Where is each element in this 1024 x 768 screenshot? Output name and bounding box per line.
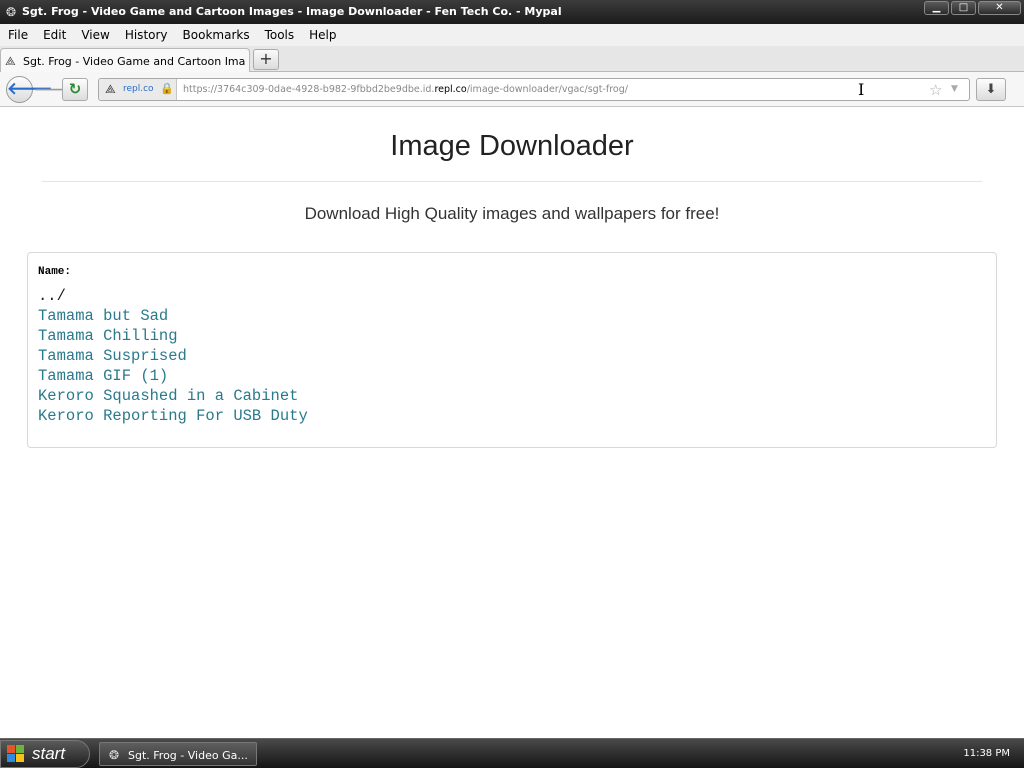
start-button[interactable]: start bbox=[0, 740, 90, 768]
menu-edit[interactable]: Edit bbox=[37, 28, 72, 42]
file-listing: Name: ../ Tamama but Sad Tamama Chilling… bbox=[38, 265, 308, 426]
url-prefix: https://3764c309-0dae-4928-b982-9fbbd2be… bbox=[183, 84, 435, 95]
file-link[interactable]: Keroro Squashed in a Cabinet bbox=[38, 386, 308, 406]
close-button[interactable]: ✕ bbox=[978, 1, 1021, 15]
file-link[interactable]: Tamama Chilling bbox=[38, 326, 308, 346]
start-label: start bbox=[32, 744, 66, 763]
new-tab-button[interactable]: + bbox=[253, 49, 279, 70]
system-clock: 11:38 PM bbox=[963, 748, 1010, 759]
file-link[interactable]: Tamama GIF (1) bbox=[38, 366, 308, 386]
menu-history[interactable]: History bbox=[119, 28, 174, 42]
bookmark-star-icon[interactable]: ☆ bbox=[929, 81, 942, 99]
windows-flag-icon bbox=[7, 745, 25, 763]
back-button[interactable]: 🡐 bbox=[6, 76, 53, 103]
maximize-button[interactable]: □ bbox=[951, 1, 976, 15]
file-listing-panel: Name: ../ Tamama but Sad Tamama Chilling… bbox=[27, 252, 997, 448]
page-subtitle: Download High Quality images and wallpap… bbox=[304, 204, 720, 223]
tab-active[interactable]: ⟁ Sgt. Frog - Video Game and Cartoon Ima… bbox=[0, 48, 250, 73]
mypal-app-icon: ❂ bbox=[5, 5, 17, 19]
site-identity-label: repl.co bbox=[123, 84, 154, 94]
url-text[interactable]: https://3764c309-0dae-4928-b982-9fbbd2be… bbox=[183, 84, 628, 95]
window-titlebar: ❂ Sgt. Frog - Video Game and Cartoon Ima… bbox=[0, 0, 1024, 24]
file-link[interactable]: Keroro Reporting For USB Duty bbox=[38, 406, 308, 426]
file-link[interactable]: Tamama but Sad bbox=[38, 306, 308, 326]
reload-button[interactable]: ↻ bbox=[62, 78, 88, 101]
mypal-icon: ❂ bbox=[109, 748, 120, 762]
url-dropdown-icon[interactable]: ▼ bbox=[951, 84, 958, 94]
text-cursor-icon: I bbox=[858, 80, 865, 99]
downloads-button[interactable]: ⬇ bbox=[976, 78, 1006, 101]
menu-help[interactable]: Help bbox=[303, 28, 342, 42]
repl-icon: ⟁ bbox=[105, 82, 116, 96]
repl-icon: ⟁ bbox=[5, 54, 16, 68]
url-path: /image-downloader/vgac/sgt-frog/ bbox=[466, 84, 628, 95]
url-host: repl.co bbox=[434, 84, 467, 95]
page-title: Image Downloader bbox=[390, 130, 634, 162]
menu-view[interactable]: View bbox=[75, 28, 115, 42]
taskbar-item-mypal[interactable]: ❂ Sgt. Frog - Video Ga... bbox=[99, 742, 257, 766]
parent-directory-link[interactable]: ../ bbox=[38, 286, 308, 306]
listing-header: Name: bbox=[38, 266, 72, 278]
menu-bar: File Edit View History Bookmarks Tools H… bbox=[0, 24, 1024, 46]
divider bbox=[42, 181, 982, 182]
navigation-toolbar: 🡐 🡒 ↻ ⟁ repl.co 🔒 https://3764c309-0dae-… bbox=[0, 72, 1024, 107]
site-identity-box[interactable]: ⟁ repl.co 🔒 bbox=[99, 79, 177, 100]
file-link[interactable]: Tamama Susprised bbox=[38, 346, 308, 366]
lock-icon: 🔒 bbox=[160, 82, 174, 95]
menu-bookmarks[interactable]: Bookmarks bbox=[177, 28, 256, 42]
url-bar[interactable]: ⟁ repl.co 🔒 https://3764c309-0dae-4928-b… bbox=[98, 78, 970, 101]
taskbar-item-label: Sgt. Frog - Video Ga... bbox=[128, 749, 248, 762]
minimize-button[interactable]: ▁ bbox=[924, 1, 949, 15]
window-title: Sgt. Frog - Video Game and Cartoon Image… bbox=[22, 5, 562, 18]
window-controls: ▁ □ ✕ bbox=[924, 1, 1021, 15]
tab-label: Sgt. Frog - Video Game and Cartoon Image… bbox=[23, 55, 245, 68]
forward-button[interactable]: 🡒 bbox=[34, 81, 72, 99]
page-content: Image Downloader Download High Quality i… bbox=[0, 108, 1024, 738]
menu-tools[interactable]: Tools bbox=[259, 28, 301, 42]
menu-file[interactable]: File bbox=[2, 28, 34, 42]
taskbar: start ❂ Sgt. Frog - Video Ga... 11:38 PM bbox=[0, 738, 1024, 768]
tab-bar: ⟁ Sgt. Frog - Video Game and Cartoon Ima… bbox=[0, 46, 1024, 73]
